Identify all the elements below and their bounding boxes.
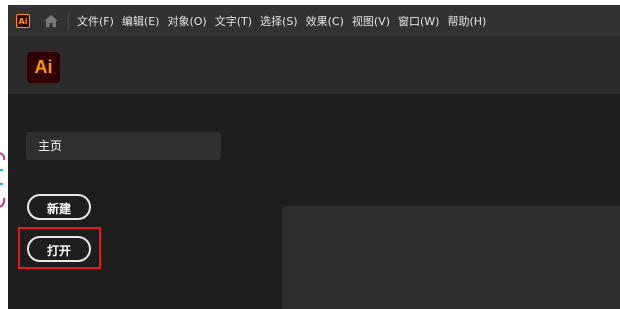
app-header: Ai xyxy=(8,36,620,95)
menu-help[interactable]: 帮助(H) xyxy=(447,13,486,29)
recent-files-panel xyxy=(282,206,620,309)
home-icon[interactable] xyxy=(42,13,60,29)
menu-view[interactable]: 视图(V) xyxy=(352,13,390,29)
menu-edit[interactable]: 编辑(E) xyxy=(122,13,160,29)
new-button[interactable]: 新建 xyxy=(27,194,91,220)
open-button[interactable]: 打开 xyxy=(27,236,91,262)
menu-bar: Ai 文件(F) 编辑(E) 对象(O) 文字(T) 选择(S) 效果(C) 视… xyxy=(8,5,620,36)
app-logo: Ai xyxy=(27,52,60,83)
menu-select[interactable]: 选择(S) xyxy=(260,13,298,29)
menu-type[interactable]: 文字(T) xyxy=(215,13,252,29)
menu-window[interactable]: 窗口(W) xyxy=(398,13,439,29)
menu-items: 文件(F) 编辑(E) 对象(O) 文字(T) 选择(S) 效果(C) 视图(V… xyxy=(77,13,494,29)
app-icon[interactable]: Ai xyxy=(16,13,30,28)
menu-object[interactable]: 对象(O) xyxy=(167,13,206,29)
sidebar-item-home[interactable]: 主页 xyxy=(26,132,221,160)
menu-file[interactable]: 文件(F) xyxy=(77,13,114,29)
edge-decoration xyxy=(0,152,6,208)
menu-divider xyxy=(68,11,69,30)
app-window: Ai 文件(F) 编辑(E) 对象(O) 文字(T) 选择(S) 效果(C) 视… xyxy=(8,5,620,309)
menu-effect[interactable]: 效果(C) xyxy=(306,13,344,29)
